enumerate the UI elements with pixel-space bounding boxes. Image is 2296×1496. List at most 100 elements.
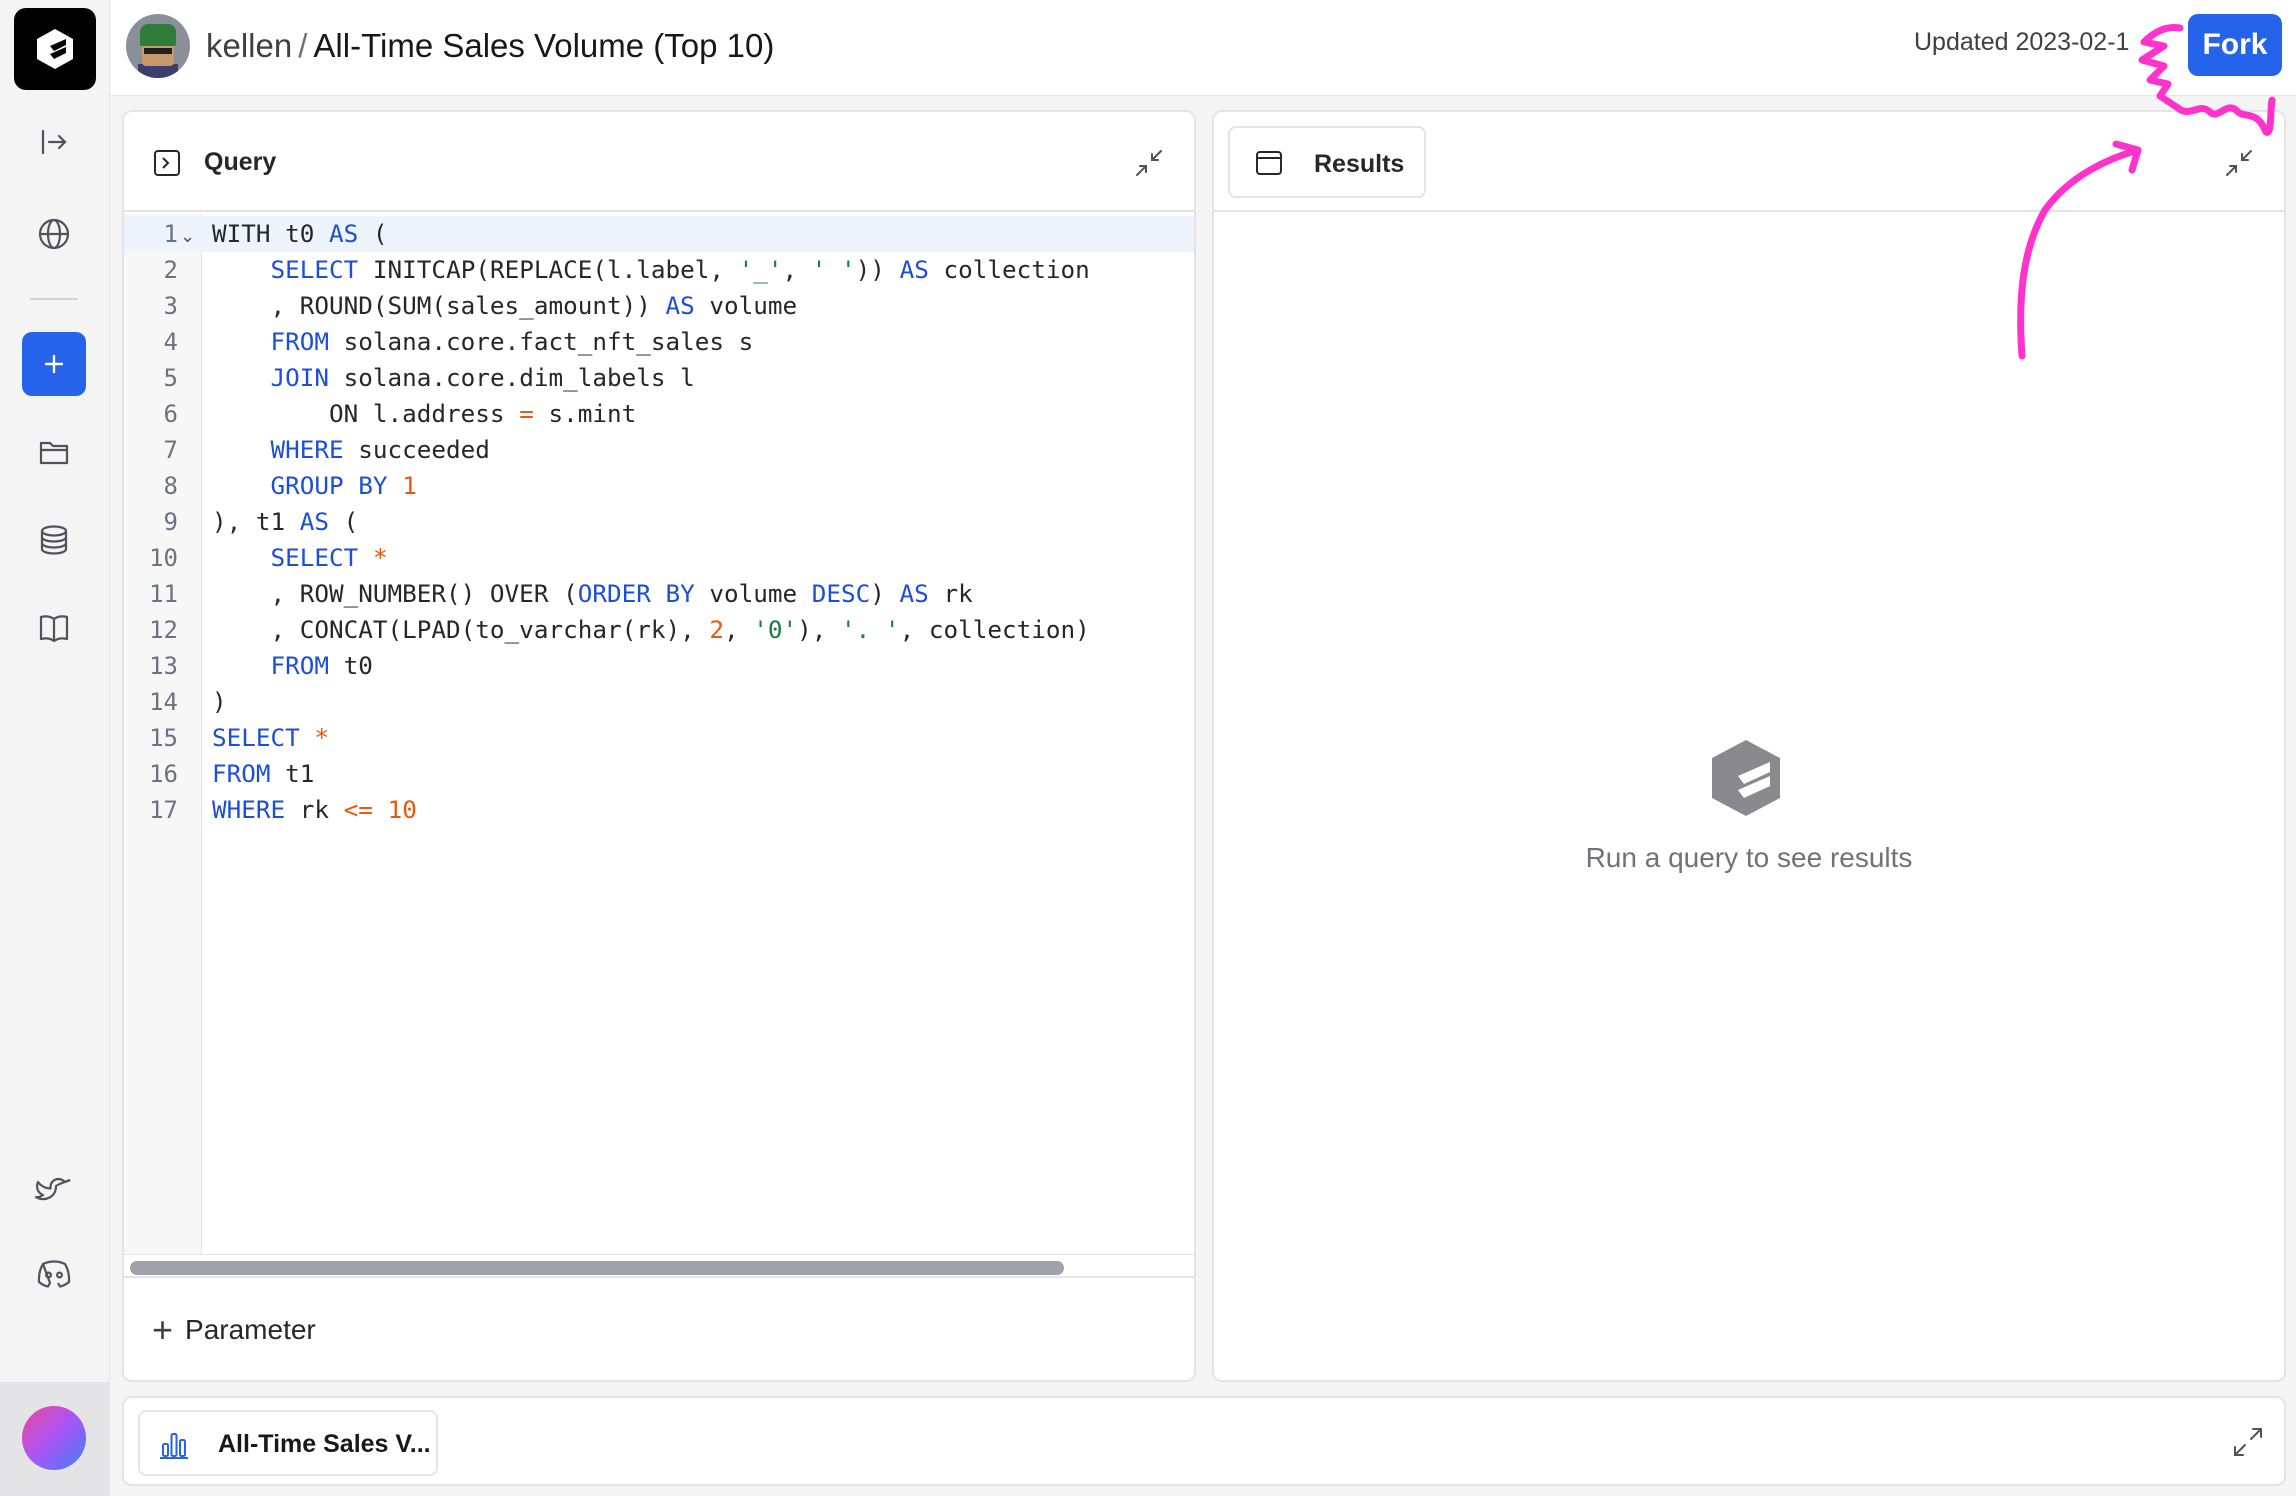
code-token: collection [928, 255, 1090, 284]
code-token: s.mint [533, 399, 637, 428]
new-plus-button[interactable] [22, 332, 86, 396]
code-token: WHERE [212, 795, 286, 824]
sidebar [0, 0, 110, 1496]
code-token: ) [870, 579, 900, 608]
horizontal-scrollbar[interactable] [124, 1254, 1194, 1278]
results-panel-header: Results [1214, 112, 2284, 212]
discord-icon[interactable] [30, 1250, 78, 1298]
code-token: ( [358, 219, 388, 248]
code-token: solana.core.fact_nft_sales s [329, 327, 754, 356]
results-panel: Results Run a query to see results [1212, 110, 2286, 1382]
chart-tab-label: All-Time Sales V... [218, 1430, 431, 1458]
code-token: ' ' [811, 255, 856, 284]
line-number: 11 [149, 580, 178, 608]
code-line: WITH t0 AS ( [212, 216, 388, 252]
code-token: ON l.address [212, 399, 520, 428]
line-number: 3 [163, 292, 178, 320]
code-token: volume [694, 291, 798, 320]
code-token: = [519, 399, 534, 428]
code-token: rk [285, 795, 344, 824]
code-editor[interactable]: 1 2 3 4 5 6 7 8 9 10 11 12 13 14 15 16 17 ⌄ WITH t0 AS (… [124, 214, 1194, 1258]
user-avatar[interactable] [22, 1406, 86, 1470]
code-line: SELECT * [212, 720, 329, 756]
code-token: 1 [402, 471, 417, 500]
updated-timestamp: Updated 2023-02-1 [1914, 28, 2130, 56]
line-number: 6 [163, 400, 178, 428]
code-token: ), [797, 615, 842, 644]
code-token: , ROW_NUMBER() OVER ( [212, 579, 578, 608]
fork-button[interactable]: Fork [2188, 14, 2282, 76]
code-token: INITCAP(REPLACE(l.label, [358, 255, 739, 284]
breadcrumb: kellen / All-Time Sales Volume (Top 10) [206, 24, 774, 68]
query-panel-header: Query [124, 112, 1194, 212]
code-line: SELECT * [212, 540, 388, 576]
code-token: AS [899, 579, 929, 608]
results-tab-label: Results [1314, 150, 1405, 178]
code-token: AS [329, 219, 359, 248]
scrollbar-thumb[interactable] [130, 1261, 1064, 1275]
line-number: 9 [163, 508, 178, 536]
collapse-icon[interactable] [1132, 146, 1166, 180]
line-number: 16 [149, 760, 178, 788]
code-line: ), t1 AS ( [212, 504, 358, 540]
code-token: JOIN [270, 363, 330, 392]
code-line: GROUP BY 1 [212, 468, 417, 504]
code-token: SELECT [270, 255, 359, 284]
code-token: SELECT [212, 723, 300, 752]
code-token: '_' [738, 255, 783, 284]
database-icon[interactable] [30, 516, 78, 564]
code-token: , ROUND(SUM(sales_amount)) [212, 291, 666, 320]
code-token: 10 [387, 795, 417, 824]
line-number: 1 [163, 220, 178, 248]
code-token: WITH t0 [212, 219, 330, 248]
code-token: GROUP BY [270, 471, 388, 500]
add-parameter-button[interactable]: + Parameter [152, 1310, 316, 1350]
line-number: 12 [149, 616, 178, 644]
author-avatar[interactable] [126, 14, 190, 78]
code-token: FROM [212, 759, 271, 788]
code-line: FROM t0 [212, 648, 373, 684]
code-token: ( [329, 507, 359, 536]
code-line: FROM t1 [212, 756, 314, 792]
breadcrumb-user[interactable]: kellen [206, 27, 292, 64]
code-token: , CONCAT(LPAD(to_varchar(rk), [212, 615, 710, 644]
fold-chevron-icon[interactable]: ⌄ [180, 216, 195, 256]
code-token: , [782, 255, 812, 284]
expand-icon[interactable] [2230, 1424, 2266, 1460]
code-token: )) [855, 255, 900, 284]
globe-icon[interactable] [30, 210, 78, 258]
code-line: ) [212, 684, 227, 720]
tab-chart[interactable]: All-Time Sales V... [138, 1410, 438, 1476]
code-token: t0 [329, 651, 373, 680]
terminal-icon [154, 150, 180, 176]
collapse-icon[interactable] [2222, 146, 2256, 180]
line-number: 7 [163, 436, 178, 464]
line-number: 15 [149, 724, 178, 752]
code-token: <= [343, 795, 373, 824]
book-icon[interactable] [30, 604, 78, 652]
line-number: 10 [149, 544, 178, 572]
window-icon [1256, 151, 1282, 175]
code-token: ) [212, 687, 227, 716]
code-line: JOIN solana.core.dim_labels l [212, 360, 695, 396]
code-token: FROM [270, 651, 330, 680]
code-token: WHERE [270, 435, 344, 464]
logo-icon[interactable] [14, 8, 96, 90]
collapse-sidebar-icon[interactable] [30, 118, 78, 166]
folder-icon[interactable] [30, 428, 78, 476]
twitter-icon[interactable] [30, 1168, 78, 1216]
tab-results[interactable]: Results [1228, 126, 1426, 198]
code-token: ), t1 [212, 507, 300, 536]
code-token: volume [694, 579, 812, 608]
parameter-row: + Parameter [124, 1280, 1194, 1380]
code-line: , ROW_NUMBER() OVER (ORDER BY volume DES… [212, 576, 973, 612]
code-token: DESC [811, 579, 871, 608]
code-line: WHERE rk <= 10 [212, 792, 417, 828]
code-token: '0' [753, 615, 798, 644]
